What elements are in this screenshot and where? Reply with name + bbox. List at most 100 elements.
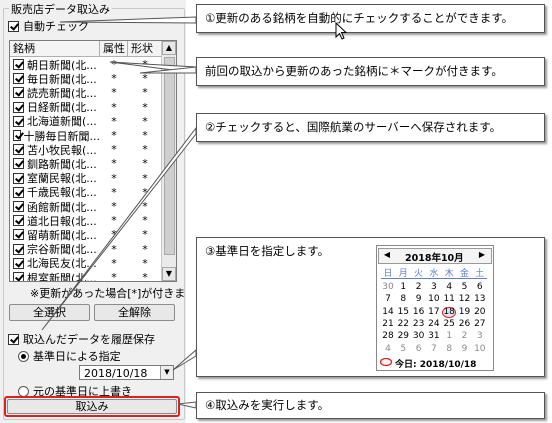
calendar-day[interactable]: 28 <box>381 331 395 341</box>
save-history-checkbox[interactable]: 取込んだデータを履歴保存 <box>8 331 155 347</box>
row-checkbox[interactable] <box>13 158 24 170</box>
brand-list[interactable]: 銘柄 属性 形状 朝日新聞(北... * * 毎日新聞(北... * * 読売新聞(北...… <box>9 40 177 282</box>
column-header-attr[interactable]: 属性 <box>100 41 128 56</box>
calendar-day[interactable]: 7 <box>381 294 395 304</box>
checkbox-icon <box>8 333 19 345</box>
row-checkbox[interactable] <box>13 101 24 113</box>
clear-all-button[interactable]: 全解除 <box>94 304 175 321</box>
calendar-day[interactable]: 16 <box>412 307 426 317</box>
calendar-day[interactable]: 31 <box>427 331 441 341</box>
auto-check-label: 自動チェック <box>23 20 89 33</box>
row-checkbox[interactable] <box>13 172 24 184</box>
calendar-day[interactable]: 6 <box>473 282 487 292</box>
callout-save-server: ②チェックすると、国際航業のサーバーへ保存されます。 <box>196 113 545 142</box>
row-checkbox[interactable] <box>13 59 24 70</box>
calendar-day[interactable]: 2 <box>412 282 426 292</box>
scroll-down-icon[interactable]: ▼ <box>162 267 176 281</box>
row-checkbox[interactable] <box>13 87 24 99</box>
row-checkbox[interactable] <box>13 257 24 269</box>
calendar-day[interactable]: 13 <box>473 294 487 304</box>
calendar-day[interactable]: 5 <box>458 282 472 292</box>
attr-cell: * <box>111 58 117 71</box>
shape-cell: * <box>142 171 148 185</box>
row-checkbox[interactable] <box>13 215 24 227</box>
row-checkbox[interactable] <box>13 73 24 85</box>
calendar-day[interactable]: 15 <box>396 307 410 317</box>
calendar-day[interactable]: 1 <box>396 282 410 292</box>
calendar-day[interactable]: 6 <box>412 344 426 354</box>
calendar-day[interactable]: 8 <box>442 344 456 354</box>
today-label[interactable]: 今日: 2018/10/18 <box>395 357 476 370</box>
shape-cell: * <box>142 200 148 213</box>
calendar-day[interactable]: 8 <box>396 294 410 304</box>
column-header-brand[interactable]: 銘柄 <box>10 41 100 56</box>
calendar-day[interactable]: 30 <box>381 282 395 292</box>
calendar-day[interactable]: 5 <box>396 344 410 354</box>
calendar-day[interactable]: 19 <box>458 307 472 317</box>
shape-cell: * <box>142 114 148 128</box>
calendar-day[interactable]: 10 <box>473 344 487 354</box>
calendar-day[interactable]: 22 <box>396 319 410 329</box>
table-row[interactable]: 根室新聞(北... * * <box>10 270 162 282</box>
attr-cell: * <box>111 185 117 199</box>
callout-auto-check: ①更新のある銘柄を自動的にチェックすることができます。 <box>196 4 545 33</box>
calendar-day[interactable]: 26 <box>458 319 472 329</box>
import-panel: 販売店データ取込み 自動チェック 銘柄 属性 形状 朝日新聞(北... * * 毎日新… <box>0 0 186 423</box>
calendar-day[interactable]: 7 <box>427 344 441 354</box>
calendar-day[interactable]: 20 <box>473 307 487 317</box>
auto-check-checkbox[interactable]: 自動チェック <box>8 18 89 34</box>
callout-base-date-text: ③基準日を指定します。 <box>205 244 330 258</box>
next-month-icon[interactable]: ▶ <box>477 250 487 260</box>
base-date-radio[interactable]: 基準日による指定 <box>18 348 121 364</box>
calendar-day[interactable]: 9 <box>458 344 472 354</box>
calendar-day[interactable]: 14 <box>381 307 395 317</box>
row-checkbox[interactable] <box>13 229 24 241</box>
group-title: 販売店データ取込み <box>9 1 112 17</box>
calendar-day[interactable]: 3 <box>427 282 441 292</box>
calendar-day[interactable]: 2 <box>458 331 472 341</box>
row-checkbox[interactable] <box>13 115 24 127</box>
list-header: 銘柄 属性 形状 <box>10 41 162 57</box>
mouse-cursor-icon <box>335 22 348 40</box>
prev-month-icon[interactable]: ◀ <box>382 250 392 260</box>
calendar-day[interactable]: 4 <box>442 282 456 292</box>
calendar-day[interactable]: 23 <box>412 319 426 329</box>
calendar-day[interactable]: 21 <box>381 319 395 329</box>
calendar-day[interactable]: 24 <box>427 319 441 329</box>
calendar-day[interactable]: 29 <box>396 331 410 341</box>
import-button[interactable]: 取込み <box>7 399 177 414</box>
shape-cell: * <box>142 271 148 282</box>
calendar-day[interactable]: 3 <box>473 331 487 341</box>
scroll-up-icon[interactable]: ▲ <box>162 41 176 55</box>
calendar-day-selected[interactable]: 18 <box>442 306 457 318</box>
calendar-day[interactable]: 10 <box>427 294 441 304</box>
calendar-day[interactable]: 1 <box>442 331 456 341</box>
radio-icon <box>18 385 29 397</box>
calendar-day[interactable]: 27 <box>473 319 487 329</box>
row-checkbox[interactable] <box>13 186 24 198</box>
calendar-day[interactable]: 12 <box>458 294 472 304</box>
row-checkbox[interactable] <box>13 272 24 281</box>
brand-name: 根室新聞(北... <box>27 271 97 282</box>
calendar-day[interactable]: 25 <box>442 319 456 329</box>
column-header-shape[interactable]: 形状 <box>128 41 162 56</box>
calendar-day[interactable]: 11 <box>442 294 456 304</box>
row-checkbox[interactable] <box>13 130 21 141</box>
calendar-day[interactable]: 17 <box>427 307 441 317</box>
shape-cell: * <box>142 157 148 171</box>
list-scrollbar[interactable]: ▲ ▼ <box>161 41 176 281</box>
callout-execute-import: ④取込みを実行します。 <box>196 392 545 419</box>
scroll-thumb[interactable] <box>164 57 175 255</box>
row-checkbox[interactable] <box>13 201 24 212</box>
row-checkbox[interactable] <box>13 243 24 255</box>
calendar-day[interactable]: 30 <box>412 331 426 341</box>
base-date-picker[interactable]: 2018/10/18 ▼ <box>79 365 174 380</box>
dropdown-icon[interactable]: ▼ <box>160 366 173 379</box>
calendar-day[interactable]: 4 <box>381 344 395 354</box>
radio-icon <box>18 350 29 362</box>
row-checkbox[interactable] <box>13 144 24 156</box>
calendar-day[interactable]: 9 <box>412 294 426 304</box>
select-all-button[interactable]: 全選択 <box>9 304 90 321</box>
attr-cell: * <box>111 171 117 185</box>
shape-cell: * <box>142 72 148 86</box>
